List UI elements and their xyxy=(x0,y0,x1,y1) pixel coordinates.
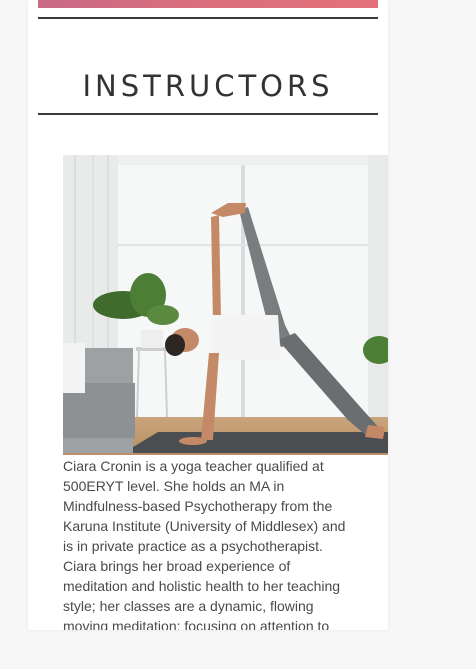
header-banner xyxy=(38,0,378,8)
instructor-bio: Ciara Cronin is a yoga teacher qualified… xyxy=(63,458,346,630)
content-card: INSTRUCTORS Ciara Cronin is a yoga teach… xyxy=(28,0,388,630)
instructor-photo xyxy=(63,155,388,455)
divider-bottom xyxy=(38,113,378,115)
section-title: INSTRUCTORS xyxy=(82,69,334,103)
divider-top xyxy=(38,17,378,19)
